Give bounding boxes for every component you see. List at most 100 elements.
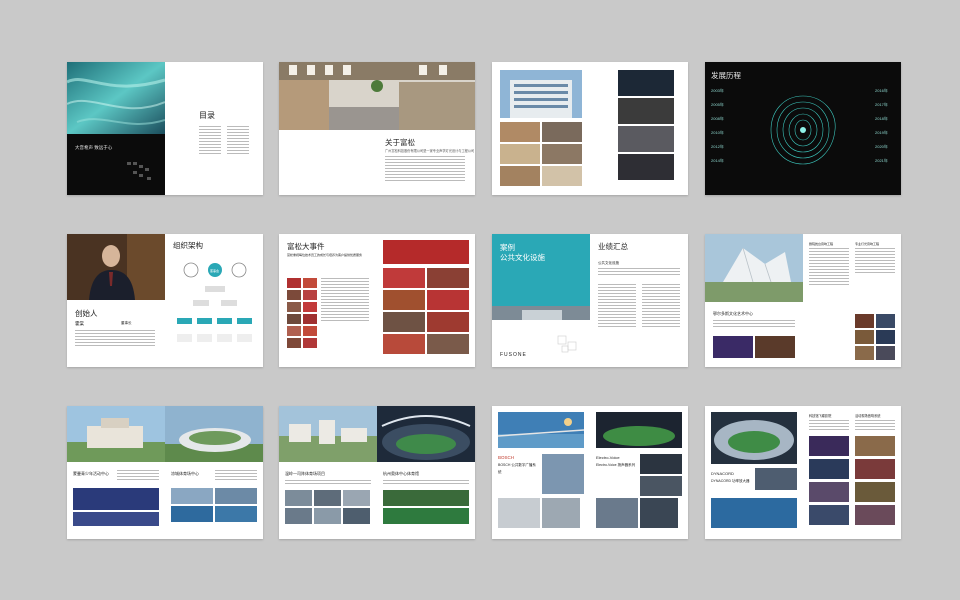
spread-bosch[interactable]: BOSCH BOSCH 公共数字广播系统 Electro-Voice Elect… bbox=[492, 406, 688, 539]
office-photo bbox=[279, 62, 475, 130]
founder-role: 董事长 bbox=[121, 321, 132, 325]
performance-title: 业绩汇总 bbox=[598, 242, 628, 251]
history-year-11: 2021年 bbox=[875, 158, 888, 163]
sports-venue-a: 温岭一司阵体育场项目 bbox=[285, 471, 325, 476]
ev-stadium-photo bbox=[596, 412, 682, 448]
culture-center-text-right bbox=[855, 248, 895, 273]
culture-center-col-a: 剧院舞台音响工程 bbox=[809, 242, 834, 246]
sports-photo-grid-a bbox=[285, 490, 370, 524]
about-title: 关于富松 bbox=[385, 138, 415, 147]
dynacord-text-a bbox=[809, 420, 849, 430]
founder-portrait bbox=[67, 234, 165, 300]
dynacord-head-b: 活动现场音响系统 bbox=[855, 414, 881, 418]
history-year-9: 2019年 bbox=[875, 130, 888, 135]
facility-photo-grid bbox=[500, 122, 582, 186]
sports-complex-photo bbox=[279, 406, 377, 462]
dynacord-brand: DYNACORD bbox=[711, 471, 734, 476]
bosch-tower-photo bbox=[542, 454, 584, 494]
page-culture-center-right: 剧院舞台音响工程 专业灯光音响工程 bbox=[803, 234, 901, 367]
ev-photo-row bbox=[596, 498, 678, 528]
spread-sports[interactable]: 温岭一司阵体育场项目 杭州奥体中心体育馆 bbox=[279, 406, 475, 539]
spread-dynacord[interactable]: DYNACORD DYNACORD 功率放大器 科技馆飞碟影院 活动现场音响系统 bbox=[705, 406, 901, 539]
performance-subtitle: 公共文化设施 bbox=[598, 261, 619, 265]
page-history: 发展历程 2003年 2005年 2008年 2010年 2012年 2014年… bbox=[705, 62, 901, 195]
events-hero-photo bbox=[383, 240, 469, 264]
stadium-center-photo-grid bbox=[171, 488, 257, 522]
history-year-8: 2018年 bbox=[875, 116, 888, 121]
founder-bio bbox=[75, 330, 155, 346]
org-title: 组织架构 bbox=[173, 241, 203, 250]
youth-center-stage-photos bbox=[73, 488, 159, 526]
events-title: 富松大事件 bbox=[287, 242, 325, 251]
spread-events[interactable]: 富松大事件 富松重视每位技术员工的成长与培养为客户提供优质服务 bbox=[279, 234, 475, 367]
dynacord-side-photo bbox=[755, 468, 797, 490]
toc-title: 目录 bbox=[199, 111, 215, 120]
cases-brand: FUSONE bbox=[500, 352, 527, 358]
cover-water-image bbox=[67, 62, 165, 134]
page-bosch: BOSCH BOSCH 公共数字广播系统 bbox=[492, 406, 590, 539]
performance-intro bbox=[598, 268, 680, 275]
dynacord-stadium-photo bbox=[711, 412, 797, 464]
spread-history[interactable]: 发展历程 2003年 2005年 2008年 2010年 2012年 2014年… bbox=[705, 62, 901, 195]
history-year-5: 2014年 bbox=[711, 158, 724, 163]
stadium-center-text bbox=[215, 470, 257, 480]
history-year-6: 2016年 bbox=[875, 88, 888, 93]
bosch-caption: BOSCH 公共数字广播系统 bbox=[498, 463, 536, 474]
page-about: 关于富松 广州富松科技股份有限公司是一家专业声学灯光设计与工程公司 bbox=[279, 62, 475, 195]
performance-list-right bbox=[642, 284, 680, 327]
performance-list-left bbox=[598, 284, 636, 327]
lab-photo-grid bbox=[618, 70, 674, 180]
page-stadium-center: 凉城体育场中心 bbox=[165, 406, 263, 539]
culture-center-col-b: 专业灯光音响工程 bbox=[855, 242, 880, 246]
about-body-text bbox=[385, 156, 465, 181]
cases-strip-photo bbox=[492, 306, 590, 320]
building-photo bbox=[500, 70, 582, 118]
founder-name: 霍棠 bbox=[75, 321, 84, 326]
history-title: 发展历程 bbox=[711, 71, 741, 80]
about-intro: 广州富松科技股份有限公司是一家专业声学灯光设计与工程公司 bbox=[385, 149, 475, 153]
page-performance-summary: 业绩汇总 公共文化设施 bbox=[590, 234, 688, 367]
youth-center-photo bbox=[67, 406, 165, 462]
spread-cases[interactable]: 案例 公共文化设施 FUSONE 业绩汇总 公共文化设施 bbox=[492, 234, 688, 367]
culture-center-stage-photos bbox=[713, 336, 795, 358]
history-year-7: 2017年 bbox=[875, 102, 888, 107]
youth-center-text bbox=[117, 470, 159, 480]
founder-title: 创始人 bbox=[75, 309, 98, 318]
sports-photo-grid-b bbox=[383, 490, 469, 524]
dynacord-head-a: 科技馆飞碟影院 bbox=[809, 414, 832, 418]
events-photo-column bbox=[287, 278, 317, 348]
page-cases-cover: 案例 公共文化设施 FUSONE bbox=[492, 234, 590, 367]
arena-photo bbox=[377, 406, 475, 462]
culture-center-photo-grid bbox=[855, 314, 895, 360]
events-subtitle: 富松重视每位技术员工的成长与培养为客户提供优质服务 bbox=[287, 253, 363, 257]
spread-culture-center[interactable]: 鄂尔多斯文化艺术中心 剧院舞台音响工程 专业灯光音响工程 bbox=[705, 234, 901, 367]
page-dynacord: DYNACORD DYNACORD 功率放大器 bbox=[705, 406, 803, 539]
page-events-left: 富松大事件 富松重视每位技术员工的成长与培养为客户提供优质服务 bbox=[279, 234, 377, 367]
history-year-0: 2003年 bbox=[711, 88, 724, 93]
page-sports-left: 温岭一司阵体育场项目 bbox=[279, 406, 377, 539]
page-facilities-left bbox=[492, 62, 590, 195]
cover-slogan: 大音希声 致远于心 bbox=[75, 145, 113, 150]
stadium-center-photo bbox=[165, 406, 263, 462]
events-photo-grid bbox=[383, 268, 469, 354]
page-culture-center-left: 鄂尔多斯文化艺术中心 bbox=[705, 234, 803, 367]
spread-cover[interactable]: 大音希声 致远于心 目录 bbox=[67, 62, 263, 195]
history-year-10: 2020年 bbox=[875, 144, 888, 149]
history-year-2: 2008年 bbox=[711, 116, 724, 121]
cases-subtitle: 公共文化设施 bbox=[500, 253, 545, 262]
page-facilities-right bbox=[590, 62, 688, 195]
ev-photo-column bbox=[640, 454, 682, 496]
spread-youth-center[interactable]: 蒙曼青少年活动中心 凉城体育场中心 bbox=[67, 406, 263, 539]
spread-facilities[interactable] bbox=[492, 62, 688, 195]
toc-list-right bbox=[227, 126, 249, 154]
spread-about[interactable]: 关于富松 广州富松科技股份有限公司是一家专业声学灯光设计与工程公司 bbox=[279, 62, 475, 195]
history-year-1: 2005年 bbox=[711, 102, 724, 107]
culture-center-text-left bbox=[809, 248, 849, 285]
ev-caption: Electro-Voice 扬声器系列 bbox=[596, 463, 636, 467]
cover-logo-pattern bbox=[127, 162, 151, 180]
sports-text-b bbox=[383, 480, 469, 484]
youth-center-venue: 蒙曼青少年活动中心 bbox=[73, 471, 109, 476]
cases-pattern bbox=[557, 335, 577, 353]
spread-founder[interactable]: 创始人 霍棠 董事长 组织架构 董事会 bbox=[67, 234, 263, 367]
dynacord-text-b bbox=[855, 420, 895, 430]
